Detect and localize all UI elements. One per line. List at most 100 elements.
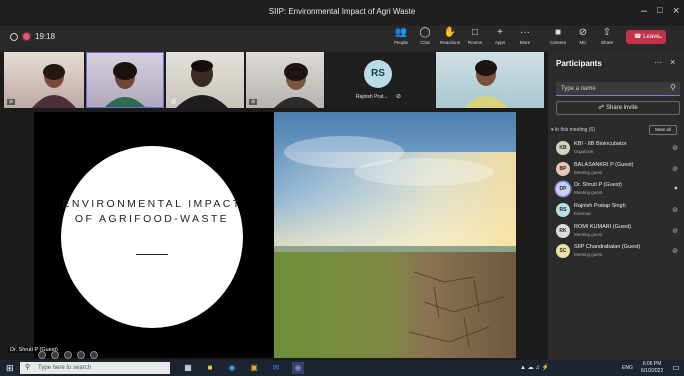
participant-name: Rajnish Prat... bbox=[356, 94, 388, 100]
video-tile-rajnish[interactable]: RS Rajnish Prat... ⊘ bbox=[326, 52, 434, 108]
toolbar-button-label: Apps bbox=[494, 40, 506, 45]
windows-start-icon[interactable]: ⊞ bbox=[6, 362, 14, 374]
teams-icon[interactable]: ◉ bbox=[292, 362, 304, 374]
participant-video bbox=[274, 63, 318, 108]
participant-name: SIIP Chandrabalan (Guest) bbox=[574, 244, 641, 250]
participant-role: External bbox=[574, 211, 591, 216]
avatar: RS bbox=[556, 203, 570, 217]
reactions-icon: ✋ bbox=[443, 27, 457, 38]
avatar: RS bbox=[364, 60, 392, 88]
participant-row[interactable]: RS Rajnish Pratap Singh External ⊘ bbox=[554, 201, 680, 221]
title-bar: SIIP: Environmental Impact of Agri Waste… bbox=[0, 0, 684, 26]
minimize-icon[interactable]: – bbox=[641, 5, 647, 17]
participant-name: ROMI KUMARI (Guest) bbox=[574, 224, 632, 230]
recording-icon bbox=[23, 33, 30, 40]
apps-icon: + bbox=[497, 27, 503, 38]
toolbar-share-button[interactable]: ⇧ Share bbox=[594, 27, 620, 51]
share-invite-label: Share invite bbox=[606, 105, 638, 111]
slide-title: ENVIRONMENTAL IMPACT OF AGRIFOOD-WASTE bbox=[62, 198, 242, 225]
toolbar-button-label: Camera bbox=[549, 40, 566, 45]
participant-row[interactable]: DP Dr. Shruti P (Guest) Meeting guest ● bbox=[554, 180, 680, 200]
toolbar-button-label: Mic bbox=[579, 40, 587, 45]
participant-row[interactable]: SC SIIP Chandrabalan (Guest) Meeting gue… bbox=[554, 242, 680, 262]
shield-icon bbox=[10, 32, 18, 41]
mic-off-icon: ⊘ bbox=[396, 94, 402, 100]
landscape-drawing bbox=[274, 136, 516, 358]
toolbar-chat-button[interactable]: ◯ Chat bbox=[412, 27, 438, 51]
leave-button[interactable]: ☎ Leave ⌄ bbox=[626, 30, 666, 44]
in-meeting-label: In this meeting (6) bbox=[554, 127, 595, 133]
video-tile[interactable]: ⊘ bbox=[4, 52, 84, 108]
language-indicator[interactable]: ENG bbox=[622, 362, 633, 374]
chevron-down-icon[interactable]: ⌄ bbox=[658, 30, 663, 44]
share-icon: ⇧ bbox=[602, 27, 612, 38]
toolbar-rooms-button[interactable]: □ Rooms bbox=[462, 27, 488, 51]
participants-header: Participants bbox=[556, 59, 602, 68]
zoom-icon[interactable] bbox=[77, 351, 85, 359]
video-tile[interactable]: ⛒ bbox=[166, 52, 244, 108]
people-icon: 👥 bbox=[394, 27, 408, 38]
toolbar-button-label: Reactions bbox=[439, 40, 460, 45]
toolbar-reactions-button[interactable]: ✋ Reactions bbox=[437, 27, 463, 51]
toolbar-people-button[interactable]: 👥 People bbox=[388, 27, 414, 51]
participant-name: BALASANKRI P (Guest) bbox=[574, 162, 634, 168]
toolbar-apps-button[interactable]: + Apps bbox=[487, 27, 513, 51]
toolbar-camera-button[interactable]: ■ Camera bbox=[545, 27, 571, 51]
close-icon[interactable]: × bbox=[673, 5, 679, 17]
toolbar-more-button[interactable]: ··· More bbox=[512, 27, 538, 51]
participant-role: Meeting guest bbox=[574, 190, 603, 195]
taskbar-search-input[interactable]: Type here to search bbox=[20, 362, 170, 374]
in-meeting-header[interactable]: ▾ In this meeting (6) bbox=[551, 127, 595, 133]
more-options-icon[interactable]: ··· bbox=[654, 58, 662, 67]
window-title: SIIP: Environmental Impact of Agri Waste bbox=[268, 7, 416, 16]
avatar: DP bbox=[556, 182, 570, 196]
more-controls-icon[interactable] bbox=[90, 351, 98, 359]
participant-role: Organizer bbox=[574, 149, 594, 154]
toolbar-mic-button[interactable]: ⊘ Mic bbox=[570, 27, 596, 51]
share-invite-icon: ☍ bbox=[598, 105, 607, 111]
toolbar-button-label: Rooms bbox=[467, 40, 483, 45]
mic-off-icon: ⊘ bbox=[672, 228, 678, 235]
file-explorer-icon[interactable]: ■ bbox=[204, 362, 216, 374]
close-panel-icon[interactable]: × bbox=[670, 57, 675, 67]
search-icon: ⚲ bbox=[670, 83, 676, 92]
edge-icon[interactable]: ◉ bbox=[226, 362, 238, 374]
clock[interactable]: 6:06 PM 6/10/2022 bbox=[641, 361, 663, 375]
share-invite-button[interactable]: ☍ Share invite bbox=[556, 101, 680, 115]
participant-name: Rajnish Pratap Singh bbox=[574, 203, 626, 209]
participant-row[interactable]: BP BALASANKRI P (Guest) Meeting guest ⊘ bbox=[554, 160, 680, 180]
video-tile[interactable] bbox=[436, 52, 544, 108]
participant-row[interactable]: RK ROMI KUMARI (Guest) Meeting guest ⊘ bbox=[554, 222, 680, 242]
toolbar-button-label: Chat bbox=[420, 40, 430, 45]
search-icon: ⚲ bbox=[25, 364, 31, 371]
video-tile[interactable]: ⊘ bbox=[246, 52, 324, 108]
task-view-icon[interactable]: ▦ bbox=[182, 362, 194, 374]
participant-row[interactable]: KB KBI - IIB Bioincubator Organizer ⊘ bbox=[554, 139, 680, 159]
mic-off-icon: ⊘ bbox=[249, 99, 258, 105]
annotate-icon[interactable] bbox=[64, 351, 72, 359]
participant-video bbox=[32, 64, 76, 108]
mic-off-icon: ⊘ bbox=[7, 99, 16, 105]
timer-text: 19:18 bbox=[35, 32, 56, 41]
slide-title-circle bbox=[61, 146, 243, 328]
next-slide-icon[interactable] bbox=[51, 351, 59, 359]
avatar: BP bbox=[556, 162, 570, 176]
toolbar-button-label: People bbox=[393, 40, 408, 45]
store-icon[interactable]: ▣ bbox=[248, 362, 260, 374]
chat-icon: ◯ bbox=[419, 27, 431, 38]
tray-icons[interactable]: ▲ ☁ ♫ ⚡ bbox=[520, 362, 549, 374]
mic-off-icon: ⊘ bbox=[672, 207, 678, 214]
avatar: KB bbox=[556, 141, 570, 155]
mic-off-icon: ⊘ bbox=[672, 166, 678, 173]
participant-video bbox=[105, 62, 145, 107]
mic-off-icon: ⊘ bbox=[672, 145, 678, 152]
video-tile[interactable] bbox=[86, 52, 164, 108]
meeting-timer: 19:18 bbox=[10, 32, 55, 41]
prev-slide-icon[interactable] bbox=[38, 351, 46, 359]
maximize-icon[interactable]: □ bbox=[657, 5, 662, 15]
mic-icon: ⊘ bbox=[578, 27, 588, 38]
mute-all-button[interactable]: Mute all bbox=[649, 125, 677, 135]
notifications-icon[interactable]: ▭ bbox=[670, 362, 682, 374]
outlook-icon[interactable]: ✉ bbox=[270, 362, 282, 374]
participant-search-input[interactable]: Type a name bbox=[556, 82, 680, 96]
